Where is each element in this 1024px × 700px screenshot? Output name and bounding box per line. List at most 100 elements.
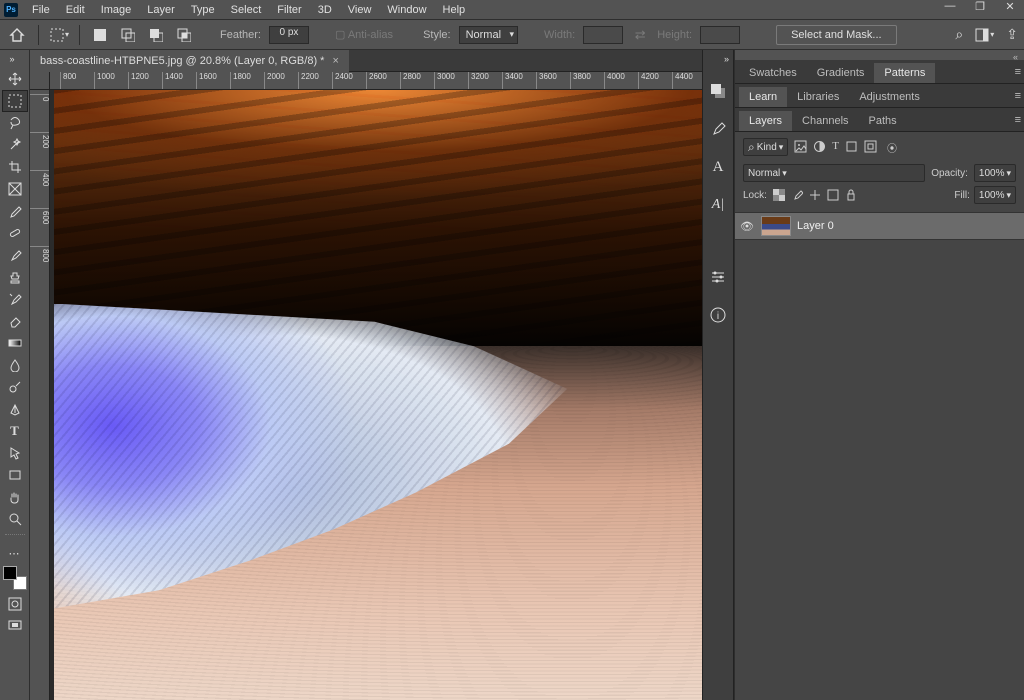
dodge-tool[interactable] [2, 376, 28, 398]
paragraph-panel-icon[interactable]: A| [707, 194, 729, 216]
eraser-tool[interactable] [2, 310, 28, 332]
menu-edit[interactable]: Edit [58, 2, 93, 18]
panel-strip-toggle[interactable]: » [724, 54, 729, 64]
layer-thumbnail[interactable] [761, 216, 791, 236]
filter-shape-icon[interactable] [845, 140, 858, 155]
filter-toggle-switch[interactable]: ⦿ [887, 140, 897, 155]
color-swatches[interactable] [3, 566, 27, 590]
ruler-vertical[interactable]: 0200400600800 [30, 90, 50, 700]
search-button[interactable]: ⌕ [955, 26, 963, 43]
menu-layer[interactable]: Layer [139, 2, 183, 18]
character-panel-icon[interactable]: A [707, 156, 729, 178]
layers-panel-menu[interactable]: ≡ [1015, 114, 1020, 126]
layer-row[interactable]: 👁 Layer 0 [735, 212, 1024, 240]
menu-select[interactable]: Select [223, 2, 270, 18]
tab-libraries[interactable]: Libraries [787, 87, 849, 107]
window-minimize-button[interactable]: — [940, 0, 960, 13]
layer-filter-kind[interactable]: Kind [743, 138, 788, 156]
ruler-horizontal[interactable]: 8001000120014001600180020002200240026002… [50, 72, 702, 90]
opacity-input[interactable]: 100% [974, 164, 1016, 182]
tab-layers[interactable]: Layers [739, 111, 792, 131]
lock-artboard-button[interactable] [827, 189, 839, 201]
pen-tool[interactable] [2, 398, 28, 420]
lock-pixels-button[interactable] [791, 189, 803, 201]
fill-input[interactable]: 100% [974, 186, 1016, 204]
tab-adjustments[interactable]: Adjustments [849, 87, 930, 107]
brushes-panel-icon[interactable] [707, 118, 729, 140]
blend-mode-select[interactable]: Normal [743, 164, 925, 182]
gradient-tool[interactable] [2, 332, 28, 354]
filter-adjust-icon[interactable] [813, 140, 826, 155]
screen-mode-toggle[interactable] [4, 618, 26, 634]
tab-learn[interactable]: Learn [739, 87, 787, 107]
menu-help[interactable]: Help [435, 2, 474, 18]
selection-subtract-button[interactable] [146, 25, 166, 45]
hand-icon [8, 490, 22, 504]
layer-name[interactable]: Layer 0 [797, 220, 834, 232]
menu-3d[interactable]: 3D [310, 2, 340, 18]
quick-mask-toggle[interactable] [4, 596, 26, 612]
tab-gradients[interactable]: Gradients [807, 63, 875, 83]
canvas[interactable] [50, 90, 702, 700]
move-tool[interactable] [2, 68, 28, 90]
home-button[interactable] [6, 24, 28, 46]
learn-panel-menu[interactable]: ≡ [1015, 90, 1020, 102]
info-panel-icon[interactable]: i [707, 304, 729, 326]
path-select-tool[interactable] [2, 442, 28, 464]
selection-intersect-button[interactable] [174, 25, 194, 45]
swatches-panel-menu[interactable]: ≡ [1015, 66, 1020, 78]
window-close-button[interactable]: ✕ [1000, 0, 1020, 13]
history-brush-tool[interactable] [2, 288, 28, 310]
tab-patterns[interactable]: Patterns [874, 63, 935, 83]
workspace-switcher[interactable]: ▾ [975, 26, 994, 43]
menu-filter[interactable]: Filter [269, 2, 309, 18]
lock-all-button[interactable] [845, 189, 857, 201]
properties-panel-icon[interactable] [707, 266, 729, 288]
learn-panel-tabs: Learn Libraries Adjustments ≡ [735, 84, 1024, 108]
layer-visibility-toggle[interactable]: 👁 [739, 220, 755, 233]
feather-input[interactable]: 0 px [269, 26, 309, 44]
style-select[interactable]: Normal [459, 26, 518, 44]
hand-tool[interactable] [2, 486, 28, 508]
menu-window[interactable]: Window [379, 2, 434, 18]
menu-file[interactable]: File [24, 2, 58, 18]
foreground-color-swatch[interactable] [3, 566, 17, 580]
brush-tool[interactable] [2, 244, 28, 266]
zoom-tool[interactable] [2, 508, 28, 530]
select-and-mask-button[interactable]: Select and Mask... [776, 25, 897, 45]
magic-wand-tool[interactable] [2, 134, 28, 156]
document-tab-close[interactable]: × [332, 55, 338, 67]
lock-position-button[interactable] [809, 189, 821, 201]
share-button[interactable]: ⇪ [1006, 26, 1018, 43]
eyedropper-tool[interactable] [2, 200, 28, 222]
tab-channels[interactable]: Channels [792, 111, 858, 131]
filter-pixel-icon[interactable] [794, 140, 807, 155]
document-tab[interactable]: bass-coastline-HTBPNE5.jpg @ 20.8% (Laye… [30, 50, 349, 72]
right-panel-dock: « Swatches Gradients Patterns ≡ Learn Li… [734, 50, 1024, 700]
frame-tool[interactable] [2, 178, 28, 200]
color-panel-icon[interactable] [707, 80, 729, 102]
type-tool[interactable]: T [2, 420, 28, 442]
menu-type[interactable]: Type [183, 2, 223, 18]
filter-type-icon[interactable]: T [832, 140, 839, 155]
marquee-tool-preset[interactable]: ▾ [49, 25, 69, 45]
edit-toolbar-button[interactable]: ⋯ [2, 542, 28, 564]
lock-transparency-button[interactable] [773, 189, 785, 201]
crop-tool[interactable] [2, 156, 28, 178]
blur-tool[interactable] [2, 354, 28, 376]
healing-brush-tool[interactable] [2, 222, 28, 244]
window-restore-button[interactable]: ❐ [970, 0, 990, 13]
marquee-tool[interactable] [2, 90, 28, 112]
filter-smart-icon[interactable] [864, 140, 877, 155]
tool-column-toggle[interactable]: » [10, 54, 20, 68]
lasso-tool[interactable] [2, 112, 28, 134]
ruler-origin[interactable] [30, 72, 50, 90]
menu-image[interactable]: Image [93, 2, 140, 18]
selection-new-button[interactable] [90, 25, 110, 45]
menu-view[interactable]: View [340, 2, 380, 18]
clone-stamp-tool[interactable] [2, 266, 28, 288]
tab-paths[interactable]: Paths [859, 111, 907, 131]
shape-tool[interactable] [2, 464, 28, 486]
selection-add-button[interactable] [118, 25, 138, 45]
tab-swatches[interactable]: Swatches [739, 63, 807, 83]
